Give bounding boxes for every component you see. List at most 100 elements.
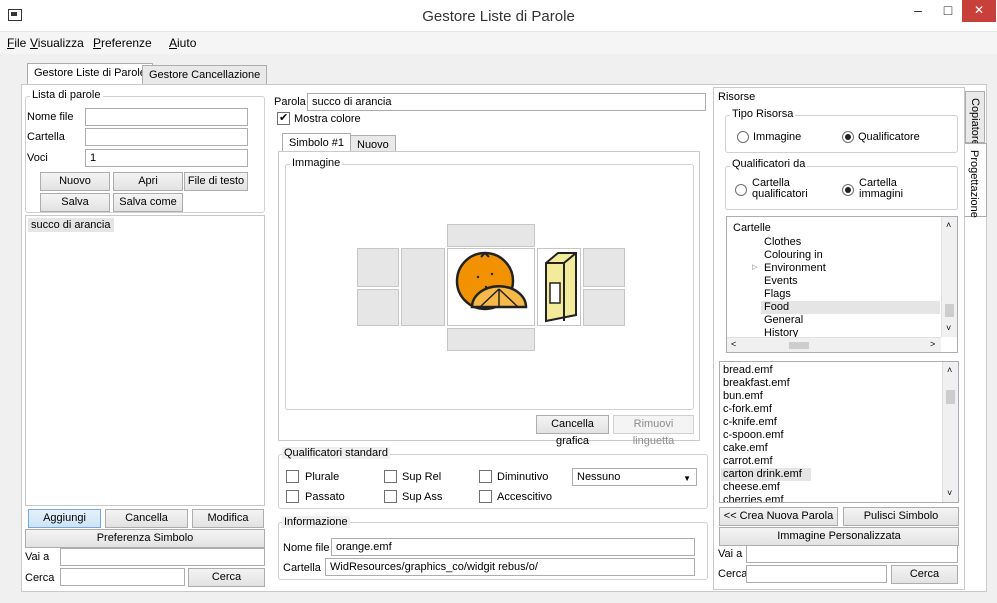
crea-nuova-parola-button[interactable]: << Crea Nuova Parola (719, 507, 838, 526)
qualifier-slot-bottom[interactable] (447, 328, 535, 351)
cartella-qualificatori-radio[interactable] (735, 184, 747, 196)
tree-h-scroll-thumb[interactable] (789, 342, 809, 349)
nome-file-label: Nome file (27, 111, 74, 123)
scroll-left-icon[interactable]: < (731, 339, 736, 349)
list-item[interactable]: c-fork.emf (723, 403, 772, 415)
sup-rel-checkbox[interactable] (384, 470, 397, 483)
list-item[interactable]: cake.emf (723, 442, 768, 454)
main-symbol-slot[interactable] (447, 248, 535, 326)
scroll-down-icon[interactable]: ˅ (946, 323, 951, 333)
tab-simbolo-1[interactable]: Simbolo #1 (282, 133, 352, 153)
maximize-button[interactable]: □ (934, 0, 962, 22)
mostra-colore-checkbox[interactable] (277, 111, 290, 125)
plurale-checkbox[interactable] (286, 470, 299, 483)
list-item[interactable]: breakfast.emf (723, 377, 790, 389)
list-item[interactable]: cherries.emf (723, 494, 784, 502)
scroll-down-icon[interactable]: ˅ (947, 488, 952, 498)
apri-button[interactable]: Apri (113, 172, 183, 191)
close-button[interactable]: ✕ (962, 0, 996, 22)
scroll-up-icon[interactable]: ˄ (946, 220, 951, 230)
qualifier-slot-right-1[interactable] (583, 248, 625, 287)
qualifier-slot-left-1[interactable] (357, 248, 399, 287)
immagine-personalizzata-button[interactable]: Immagine Personalizzata (719, 527, 959, 546)
parola-input[interactable]: succo di arancia (307, 93, 706, 111)
preferenza-simbolo-button[interactable]: Preferenza Simbolo (25, 529, 265, 548)
right-cerca-input[interactable] (746, 565, 887, 583)
list-item[interactable]: bread.emf (723, 364, 773, 376)
passato-checkbox[interactable] (286, 490, 299, 503)
tab-progettazione[interactable]: Progettazione (965, 143, 987, 218)
qualifier-select-value: Nessuno (577, 471, 621, 483)
list-item[interactable]: carrot.emf (723, 455, 773, 467)
right-vai-a-input[interactable] (746, 545, 958, 563)
diminutivo-checkbox[interactable] (479, 470, 492, 483)
cancella-grafica-button[interactable]: Cancella grafica (536, 415, 609, 447)
cartella-input[interactable] (85, 128, 248, 146)
qualifier-slot-top[interactable] (447, 224, 535, 247)
tree-scrollbar-v[interactable]: ˄ ˅ (941, 217, 957, 337)
carton-symbol-slot[interactable] (537, 248, 581, 326)
cartella-immagini-radio[interactable] (842, 184, 854, 196)
voci-input[interactable]: 1 (85, 149, 248, 167)
cartelle-tree[interactable]: Cartelle Clothes Colouring in ▷ Environm… (726, 216, 958, 353)
list-item[interactable]: c-knife.emf (723, 416, 777, 428)
file-scrollbar[interactable]: ˄ ˅ (942, 362, 958, 502)
menu-file[interactable]: File (7, 36, 26, 50)
cerca-button[interactable]: Cerca (188, 568, 265, 587)
passato-label: Passato (305, 491, 345, 503)
menu-preferenze[interactable]: Preferenze (93, 36, 152, 50)
tree-item-food[interactable]: Food (764, 301, 789, 313)
word-list[interactable]: succo di arancia (25, 215, 265, 506)
list-item-selected[interactable]: carton drink.emf (723, 468, 802, 480)
file-scroll-thumb[interactable] (946, 390, 955, 404)
cancella-button[interactable]: Cancella (105, 509, 188, 528)
file-list[interactable]: bread.emf breakfast.emf bun.emf c-fork.e… (719, 361, 959, 503)
tree-scrollbar-h[interactable]: < > (727, 337, 941, 352)
tree-scroll-thumb[interactable] (945, 304, 954, 317)
list-item[interactable]: bun.emf (723, 390, 763, 402)
qualifier-slot-right-2[interactable] (583, 289, 625, 326)
modifica-button[interactable]: Modifica (192, 509, 264, 528)
info-cartella-input[interactable]: WidResources/graphics_co/widgit rebus/o/ (325, 558, 695, 576)
minimize-button[interactable]: – (904, 0, 932, 22)
salva-button[interactable]: Salva (40, 193, 110, 212)
tab-gestore-cancellazione[interactable]: Gestore Cancellazione (142, 65, 268, 85)
immagine-radio[interactable] (737, 131, 749, 143)
tree-item-events[interactable]: Events (764, 275, 798, 287)
info-nome-file-input[interactable]: orange.emf (331, 538, 695, 556)
scroll-right-icon[interactable]: > (930, 339, 935, 349)
menu-aiuto[interactable]: Aiuto (169, 36, 196, 50)
list-item[interactable]: succo di arancia (28, 218, 114, 232)
qualifier-select[interactable]: Nessuno ▼ (572, 468, 697, 486)
sup-ass-label: Sup Ass (402, 491, 443, 503)
nuovo-button[interactable]: Nuovo (40, 172, 110, 191)
tree-item-environment[interactable]: Environment (764, 262, 826, 274)
qualifier-slot-left-2[interactable] (401, 248, 445, 326)
menu-visualizza[interactable]: Visualizza (30, 36, 84, 50)
qualificatore-radio[interactable] (842, 131, 854, 143)
qualificatori-title: Qualificatori standard (282, 447, 390, 459)
sup-ass-checkbox[interactable] (384, 490, 397, 503)
tree-item-colouring[interactable]: Colouring in (764, 249, 823, 261)
qualifier-slot-left-3[interactable] (357, 289, 399, 326)
list-item[interactable]: c-spoon.emf (723, 429, 784, 441)
expand-arrow-icon[interactable]: ▷ (752, 263, 757, 271)
tab-gestore-liste[interactable]: Gestore Liste di Parole (27, 63, 153, 85)
tree-item-clothes[interactable]: Clothes (764, 236, 801, 248)
scroll-up-icon[interactable]: ˄ (947, 365, 952, 375)
file-testo-button[interactable]: File di testo (184, 172, 248, 191)
menu-bar: File Visualizza Preferenze Aiuto (0, 32, 997, 54)
list-item[interactable]: cheese.emf (723, 481, 780, 493)
nome-file-input[interactable] (85, 108, 248, 126)
tab-copiatore[interactable]: Copiatore (965, 91, 985, 146)
pulisci-simbolo-button[interactable]: Pulisci Simbolo (843, 507, 959, 526)
right-cerca-button[interactable]: Cerca (891, 565, 958, 584)
accrescitivo-checkbox[interactable] (479, 490, 492, 503)
aggiungi-button[interactable]: Aggiungi (28, 509, 101, 528)
parola-label: Parola (274, 96, 306, 108)
salva-come-button[interactable]: Salva come (113, 193, 183, 212)
cerca-input[interactable] (60, 568, 185, 586)
tree-item-flags[interactable]: Flags (764, 288, 791, 300)
vai-a-input[interactable] (60, 548, 265, 566)
tree-item-general[interactable]: General (764, 314, 803, 326)
